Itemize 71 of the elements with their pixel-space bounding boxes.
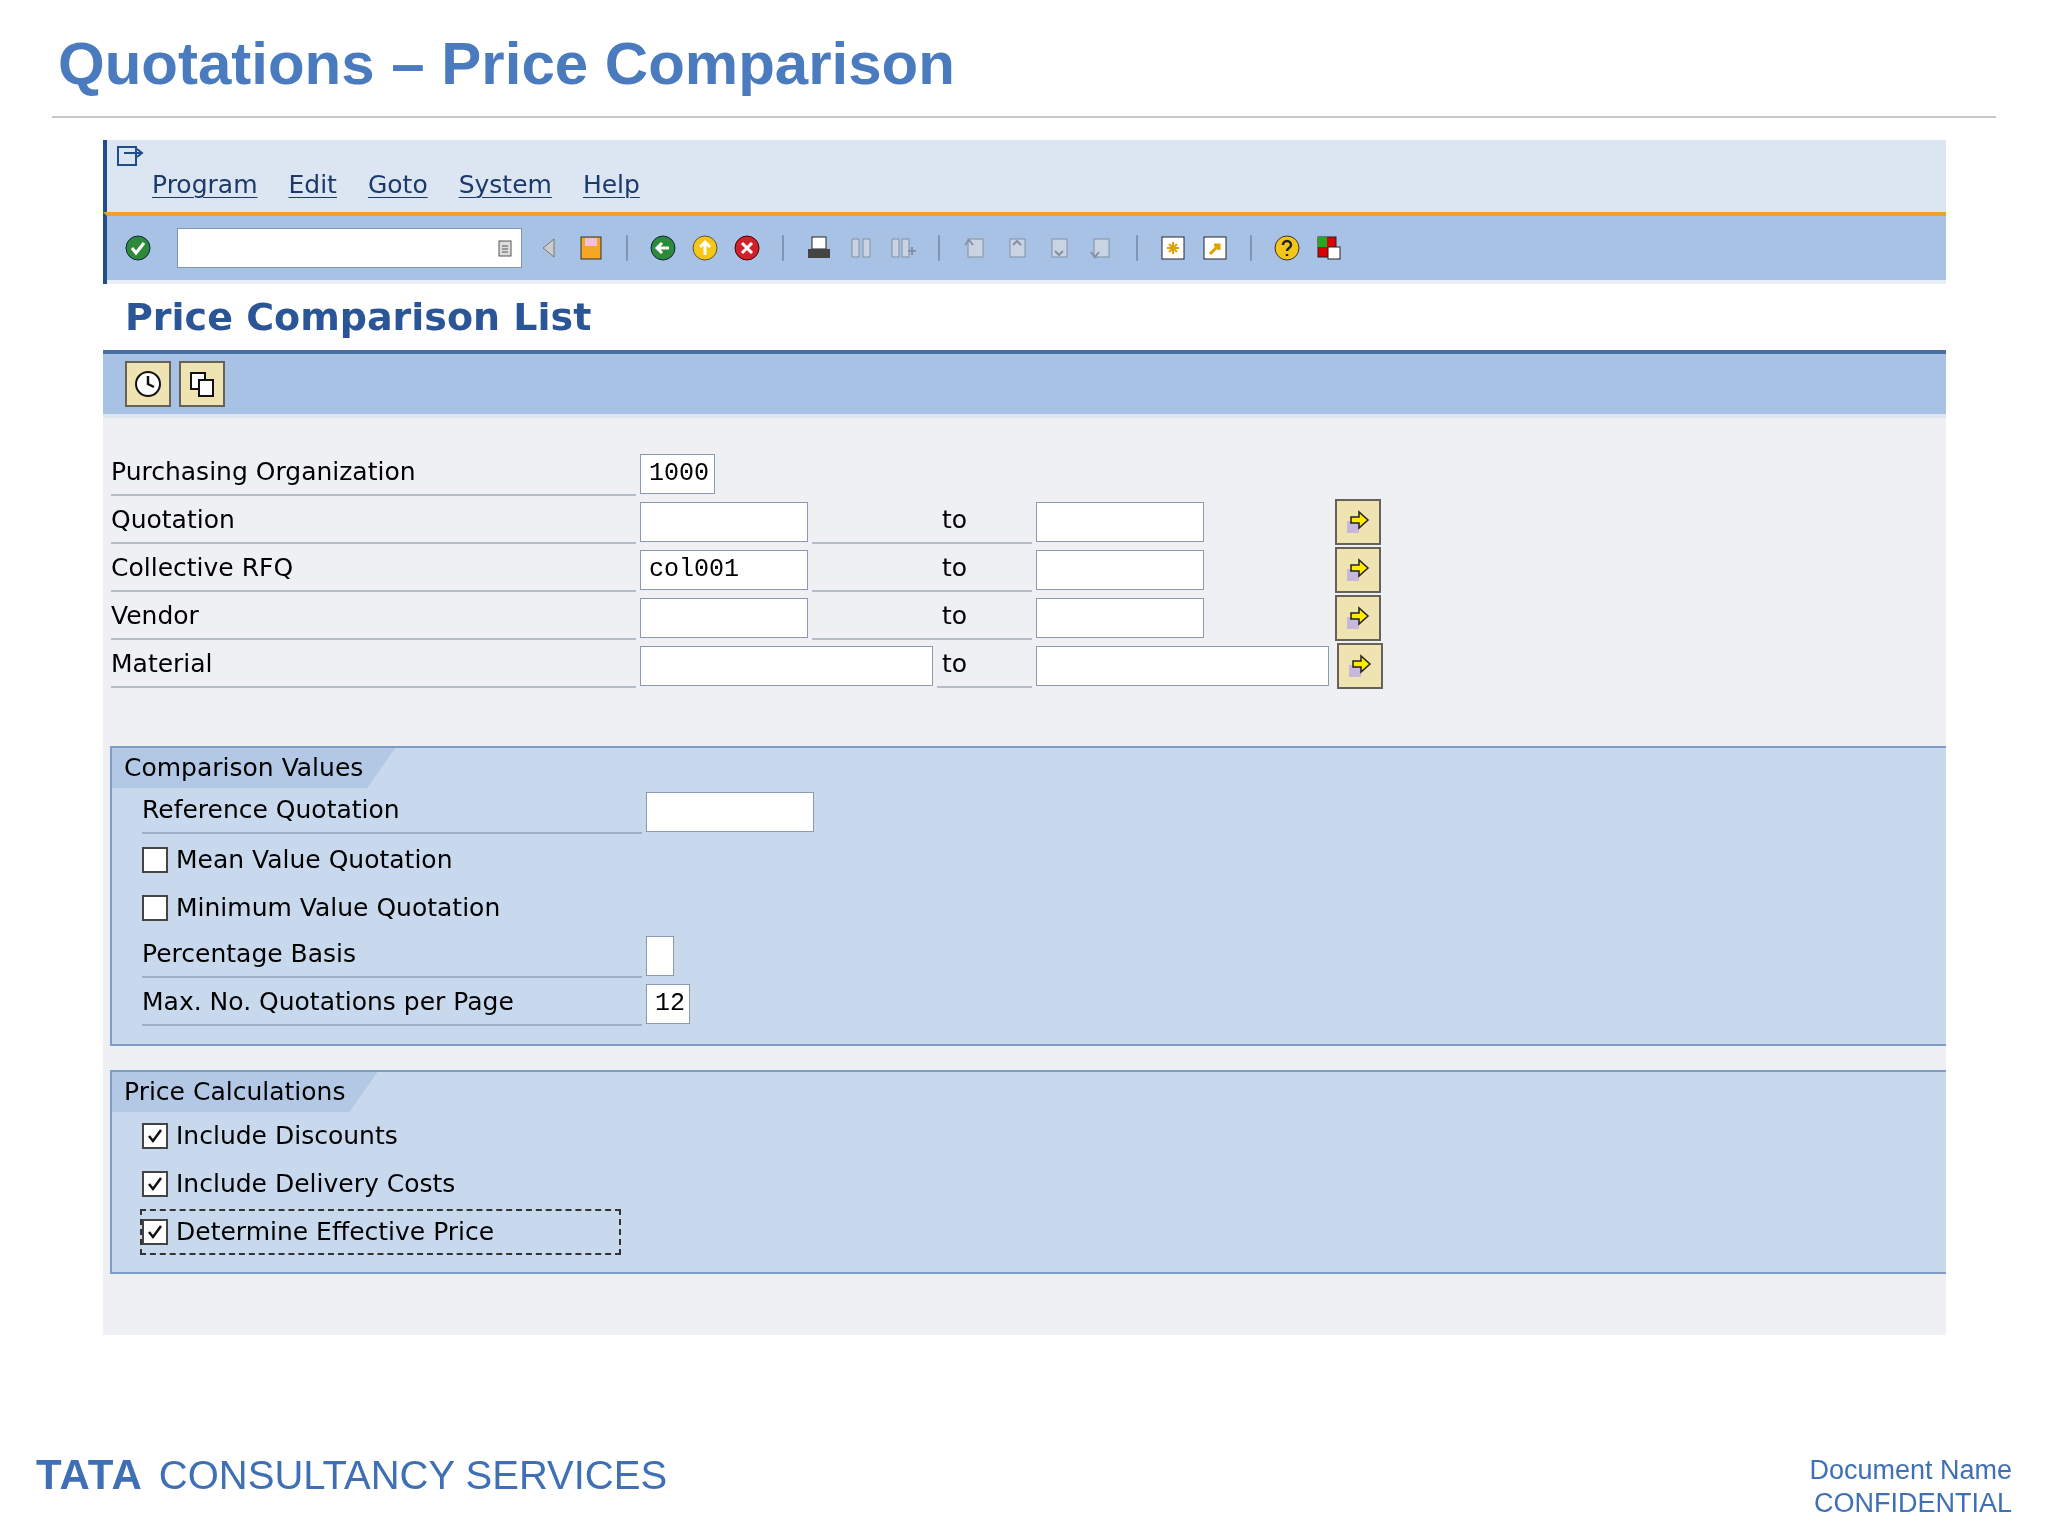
menu-item[interactable]: Help <box>582 166 640 204</box>
menu-item[interactable]: Program <box>152 166 258 204</box>
execute-button[interactable] <box>125 361 171 407</box>
field-label: Purchasing Organization <box>111 455 416 488</box>
input-field[interactable] <box>1036 502 1204 542</box>
checkbox[interactable] <box>142 1123 168 1149</box>
company-logo: TATA CONSULTANCY SERVICES <box>36 1450 668 1500</box>
checkmark-icon <box>146 1127 164 1145</box>
arrow-icon <box>1345 557 1371 583</box>
checkmark-icon <box>146 1223 164 1241</box>
checkbox-row[interactable]: Minimum Value Quotation <box>142 887 509 929</box>
clock-icon <box>133 369 163 399</box>
input-field[interactable] <box>646 936 674 976</box>
checkbox-row[interactable]: Include Delivery Costs <box>142 1163 464 1205</box>
arrow-icon <box>1345 605 1371 631</box>
checkbox[interactable] <box>142 1219 168 1245</box>
cancel-icon[interactable] <box>732 233 762 263</box>
menu-item[interactable]: System <box>458 166 552 204</box>
input-field[interactable] <box>640 502 808 542</box>
to-label: to <box>942 599 969 632</box>
back-icon[interactable] <box>648 233 678 263</box>
input-field[interactable]: 12 <box>646 984 690 1024</box>
shortcut-icon[interactable] <box>1200 233 1230 263</box>
new-session-icon[interactable] <box>1158 233 1188 263</box>
document-name: Document Name <box>1809 1454 2012 1487</box>
arrow-icon <box>1347 653 1373 679</box>
field-label: Percentage Basis <box>142 937 357 970</box>
screen-title: Price Comparison List <box>125 293 592 341</box>
exit-icon[interactable] <box>690 233 720 263</box>
menu-item[interactable]: Goto <box>367 166 428 204</box>
dropdown-icon[interactable] <box>497 238 513 258</box>
checkbox-row[interactable]: Include Discounts <box>142 1115 406 1157</box>
slide-title: Quotations – Price Comparison <box>58 29 956 99</box>
field-label: Max. No. Quotations per Page <box>142 985 514 1018</box>
input-field[interactable] <box>646 792 814 832</box>
input-field[interactable] <box>1036 646 1329 686</box>
multiple-selection-button[interactable] <box>1335 595 1381 641</box>
layout-icon[interactable] <box>1314 233 1344 263</box>
input-field[interactable] <box>640 646 933 686</box>
group-title: Price Calculations <box>112 1072 378 1112</box>
arrow-icon <box>1345 509 1371 535</box>
field-label: Collective RFQ <box>111 551 294 584</box>
field-label: Reference Quotation <box>142 793 400 826</box>
field-label: Vendor <box>111 599 199 632</box>
input-field[interactable]: col001 <box>640 550 808 590</box>
to-label: to <box>942 551 969 584</box>
input-field[interactable] <box>1036 598 1204 638</box>
field-label: Material <box>111 647 213 680</box>
to-label: to <box>942 503 969 536</box>
input-field[interactable] <box>640 598 808 638</box>
checkbox[interactable] <box>142 895 168 921</box>
field-label: Quotation <box>111 503 235 536</box>
variant-button[interactable] <box>179 361 225 407</box>
input-field[interactable] <box>1036 550 1204 590</box>
multiple-selection-button[interactable] <box>1335 499 1381 545</box>
checkmark-icon <box>146 1175 164 1193</box>
to-label: to <box>942 647 969 680</box>
checkbox-row[interactable]: Determine Effective Price <box>142 1211 619 1253</box>
command-field[interactable] <box>177 228 522 268</box>
multiple-selection-button[interactable] <box>1337 643 1383 689</box>
copy-icon <box>187 369 217 399</box>
help-icon[interactable] <box>1272 233 1302 263</box>
multiple-selection-button[interactable] <box>1335 547 1381 593</box>
group-title: Comparison Values <box>112 748 396 788</box>
confidential-label: CONFIDENTIAL <box>1813 1487 2012 1520</box>
enter-icon[interactable] <box>123 233 153 263</box>
checkbox-row[interactable]: Mean Value Quotation <box>142 839 461 881</box>
checkbox[interactable] <box>142 1171 168 1197</box>
checkbox[interactable] <box>142 847 168 873</box>
input-field[interactable]: 1000 <box>640 454 715 494</box>
menu-item[interactable]: Edit <box>288 166 337 204</box>
